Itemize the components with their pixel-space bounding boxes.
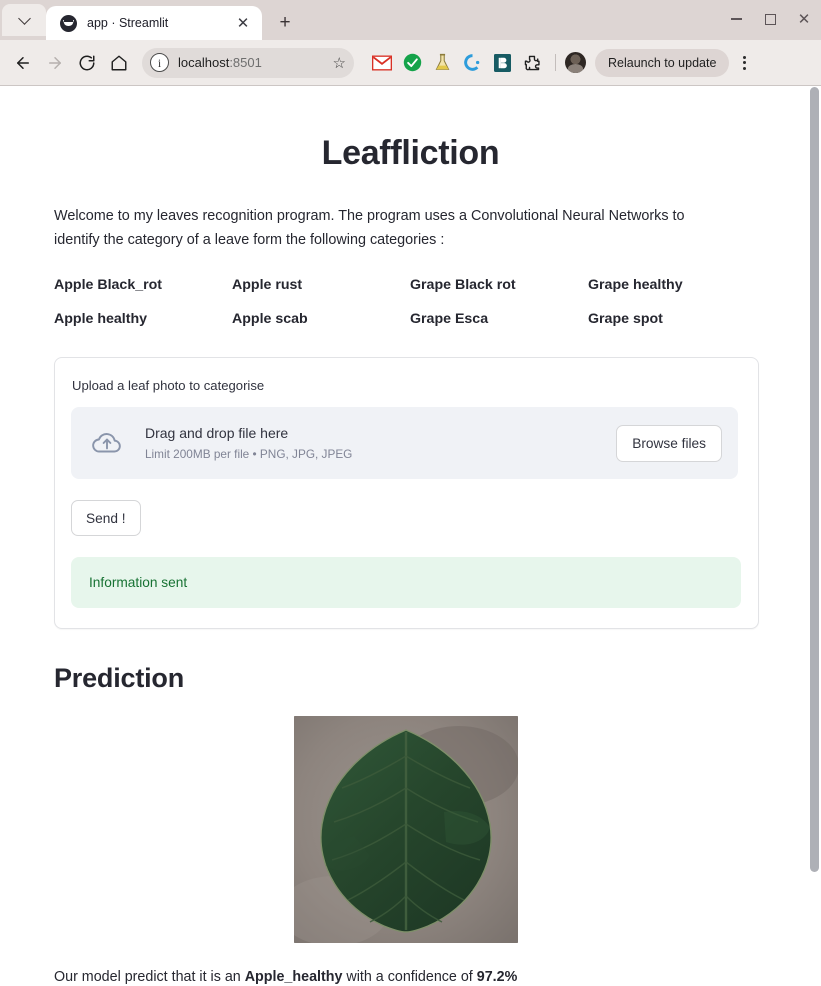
category-item: Grape spot [588, 311, 663, 328]
relaunch-to-update-button[interactable]: Relaunch to update [595, 48, 730, 77]
category-item: Grape Black rot [410, 277, 516, 294]
toolbar-divider [555, 54, 556, 71]
minimize-icon [730, 18, 742, 20]
extension-icons [368, 49, 546, 77]
close-window-button[interactable]: ✕ [787, 0, 821, 38]
category-grid: Apple Black_rot Apple rust Grape Black r… [54, 277, 766, 327]
kebab-menu-icon[interactable] [732, 49, 756, 77]
category-item: Apple healthy [54, 311, 148, 328]
category-item: Grape Esca [410, 311, 489, 328]
chevron-down-icon [17, 11, 31, 25]
star-icon[interactable]: ☆ [333, 54, 346, 72]
crescent-extension-icon[interactable] [458, 49, 486, 77]
cloud-upload-icon [89, 425, 125, 461]
tab-search-button[interactable] [2, 4, 46, 36]
gmail-extension-icon[interactable] [368, 49, 396, 77]
tab-title: app · Streamlit [87, 16, 169, 30]
category-item: Grape healthy [588, 277, 683, 294]
file-uploader-label: Upload a leaf photo to categorise [72, 378, 265, 394]
intro-paragraph: Welcome to my leaves recognition program… [54, 208, 685, 249]
browser-window: app · Streamlit ✕ + ✕ i localhost:8501 ☆ [0, 0, 821, 986]
uploaded-leaf-photo [294, 716, 518, 944]
bitwarden-extension-icon[interactable] [488, 49, 516, 77]
streamlit-favicon [60, 14, 77, 32]
back-button[interactable] [8, 48, 38, 78]
forward-button[interactable] [40, 48, 70, 78]
success-alert: Information sent [71, 557, 741, 609]
category-item: Apple Black_rot [54, 277, 163, 294]
close-icon: ✕ [797, 10, 811, 28]
address-bar[interactable]: i localhost:8501 ☆ [142, 47, 354, 78]
page-viewport: Leaffliction Welcome to my leaves recogn… [0, 85, 821, 986]
prediction-result: Our model predict that it is an Apple_he… [54, 969, 767, 985]
close-tab-icon[interactable]: ✕ [232, 12, 254, 34]
info-circle-icon[interactable]: i [150, 53, 169, 72]
category-item: Apple scab [232, 311, 308, 328]
streamlit-app: Leaffliction Welcome to my leaves recogn… [0, 86, 821, 985]
result-class: Apple_healthy [244, 969, 343, 986]
home-button[interactable] [104, 48, 134, 78]
dropzone-text: Drag and drop file here Limit 200MB per … [145, 425, 616, 461]
result-prefix: Our model predict that it is an [54, 969, 245, 986]
send-button[interactable]: Send ! [71, 500, 141, 537]
file-upload-card: Upload a leaf photo to categorise Drag a… [54, 357, 759, 630]
flask-extension-icon[interactable] [428, 49, 456, 77]
scrollbar-thumb[interactable] [810, 87, 819, 872]
prediction-heading: Prediction [54, 663, 185, 694]
result-confidence: 97.2% [476, 969, 518, 986]
puzzle-extensions-icon[interactable] [518, 49, 546, 77]
category-item: Apple rust [232, 277, 303, 294]
browser-toolbar: i localhost:8501 ☆ Relaunch to update [0, 40, 821, 85]
new-tab-button[interactable]: + [270, 7, 300, 37]
page-title: Leaffliction [321, 134, 500, 172]
file-dropzone[interactable]: Drag and drop file here Limit 200MB per … [71, 407, 738, 480]
dropzone-limit: Limit 200MB per file • PNG, JPG, JPEG [145, 447, 353, 462]
prediction-image-wrapper [54, 716, 767, 944]
url-text: localhost:8501 [178, 55, 262, 70]
reload-button[interactable] [72, 48, 102, 78]
maximize-icon [764, 13, 776, 25]
minimize-window-button[interactable] [719, 0, 753, 38]
window-controls: ✕ [719, 0, 821, 38]
maximize-window-button[interactable] [753, 0, 787, 38]
alert-text: Information sent [89, 575, 188, 591]
dropzone-title: Drag and drop file here [145, 425, 289, 442]
user-avatar[interactable] [565, 52, 586, 73]
browse-files-button[interactable]: Browse files [616, 424, 722, 462]
checkmark-extension-icon[interactable] [398, 49, 426, 77]
page-scrollbar[interactable] [808, 86, 821, 986]
browser-tab[interactable]: app · Streamlit ✕ [46, 6, 262, 40]
tab-strip: app · Streamlit ✕ + ✕ [0, 0, 821, 40]
result-middle: with a confidence of [342, 969, 477, 986]
